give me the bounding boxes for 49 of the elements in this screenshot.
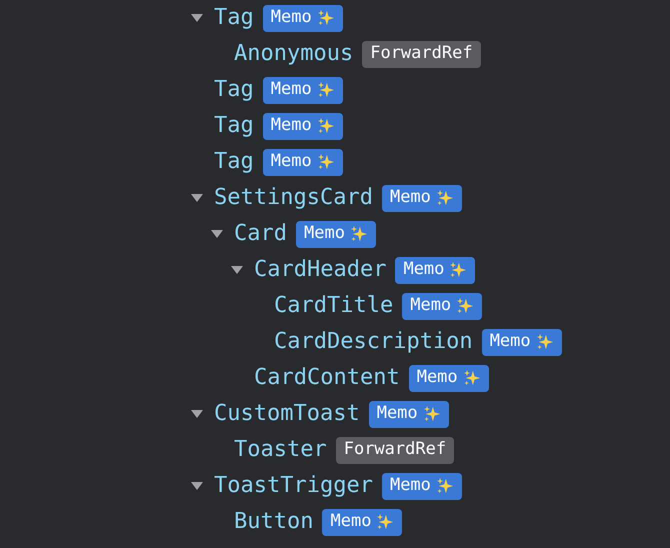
memo-badge: Memo bbox=[262, 112, 343, 140]
memo-badge: Memo bbox=[408, 364, 489, 392]
component-name[interactable]: Tag bbox=[214, 151, 254, 173]
sparkle-icon bbox=[316, 81, 335, 99]
component-name[interactable]: SettingsCard bbox=[214, 187, 373, 209]
memo-badge: Memo bbox=[395, 256, 476, 284]
sparkle-icon bbox=[316, 153, 335, 171]
sparkle-icon bbox=[456, 297, 474, 315]
component-name[interactable]: CardTitle bbox=[274, 295, 394, 317]
component-name[interactable]: Tag bbox=[214, 79, 254, 101]
component-name[interactable]: CardDescription bbox=[274, 331, 473, 353]
component-name[interactable]: CardContent bbox=[254, 367, 400, 389]
component-name[interactable]: Toaster bbox=[234, 439, 327, 461]
forward-ref-badge: ForwardRef bbox=[362, 40, 481, 68]
memo-badge: Memo bbox=[482, 328, 562, 356]
caret-down-icon[interactable] bbox=[231, 266, 243, 274]
component-name[interactable]: Button bbox=[234, 511, 314, 533]
component-name[interactable]: ToastTrigger bbox=[214, 475, 373, 497]
component-name[interactable]: CardHeader bbox=[254, 259, 386, 281]
memo-badge: Memo bbox=[262, 4, 343, 32]
caret-down-icon[interactable] bbox=[191, 194, 203, 202]
sparkle-icon bbox=[376, 513, 394, 531]
caret-down-icon[interactable] bbox=[191, 410, 203, 418]
sparkle-icon bbox=[422, 405, 441, 423]
sparkle-icon bbox=[449, 261, 468, 279]
caret-down-icon[interactable] bbox=[211, 230, 223, 238]
memo-badge: Memo bbox=[296, 220, 376, 248]
memo-badge: Memo bbox=[402, 292, 482, 320]
sparkle-icon bbox=[462, 369, 481, 387]
sparkle-icon bbox=[436, 189, 454, 207]
component-name[interactable]: Anonymous bbox=[234, 43, 354, 65]
sparkle-icon bbox=[436, 477, 454, 495]
memo-badge: Memo bbox=[382, 184, 462, 212]
component-name[interactable]: Tag bbox=[214, 115, 254, 137]
component-name[interactable]: CustomToast bbox=[214, 403, 360, 425]
memo-badge: Memo bbox=[382, 472, 462, 500]
sparkle-icon bbox=[316, 9, 335, 27]
caret-down-icon[interactable] bbox=[191, 14, 203, 22]
sparkle-icon bbox=[316, 117, 335, 135]
memo-badge: Memo bbox=[368, 400, 449, 428]
memo-badge: Memo bbox=[322, 508, 402, 536]
memo-badge: Memo bbox=[262, 148, 343, 176]
forward-ref-badge: ForwardRef bbox=[336, 436, 454, 464]
caret-down-icon[interactable] bbox=[191, 482, 203, 490]
memo-badge: Memo bbox=[262, 76, 343, 104]
sparkle-icon bbox=[350, 225, 368, 243]
sparkle-icon bbox=[536, 333, 554, 351]
component-name[interactable]: Tag bbox=[214, 7, 254, 29]
component-name[interactable]: Card bbox=[234, 223, 287, 245]
